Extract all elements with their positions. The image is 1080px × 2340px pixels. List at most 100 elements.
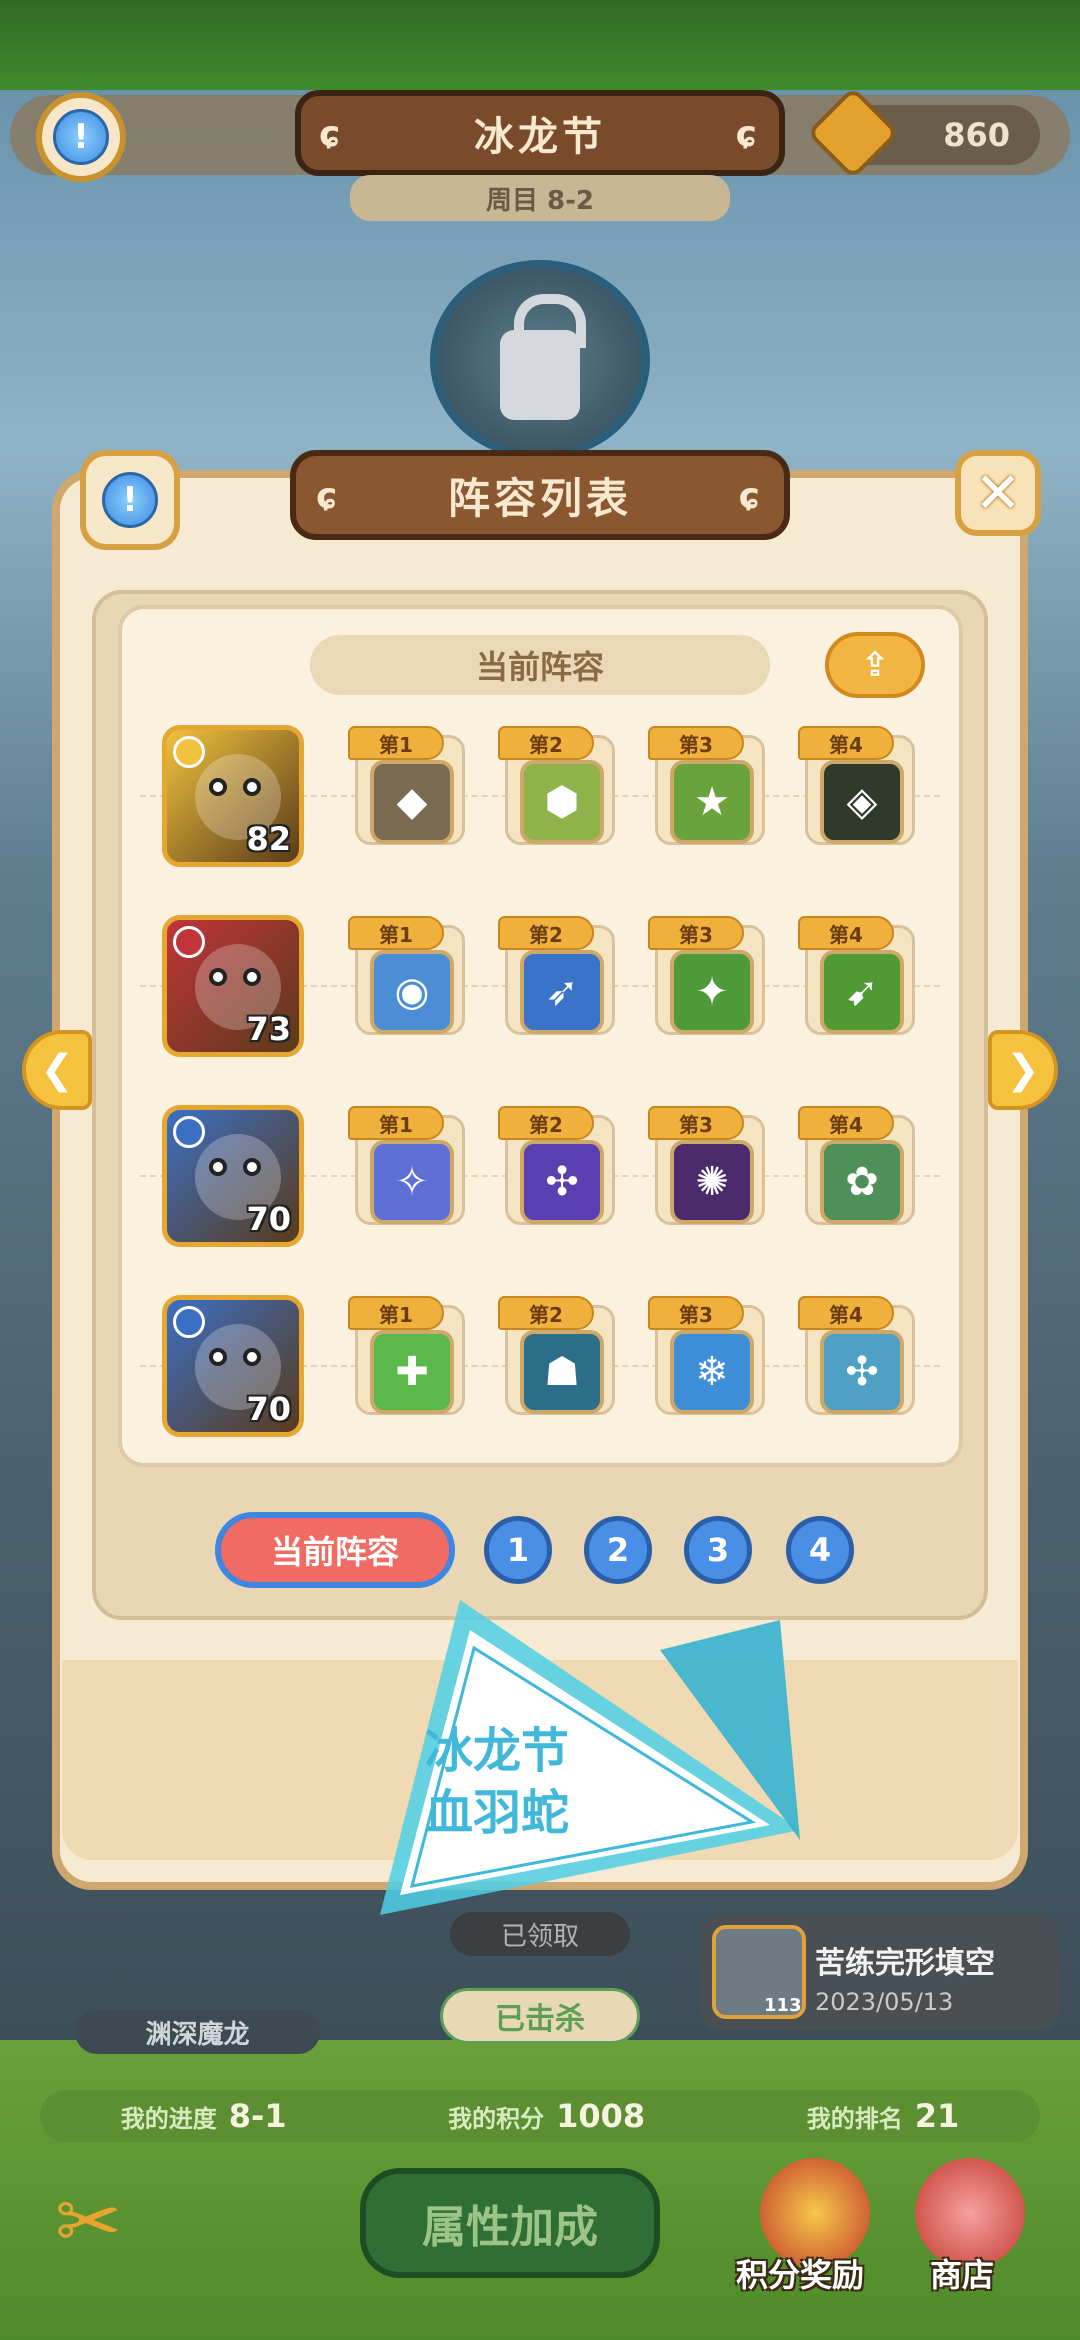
- skill-icon: ➶: [520, 950, 604, 1034]
- skill-icon: ✚: [370, 1330, 454, 1414]
- skill-order-tag: 第2: [498, 726, 594, 760]
- skill-slot[interactable]: ◈ 第4: [798, 726, 915, 845]
- close-button[interactable]: ✕: [955, 450, 1041, 536]
- skill-icon: ◉: [370, 950, 454, 1034]
- skill-order-tag: 第3: [648, 916, 744, 950]
- skill-icon: ◈: [820, 760, 904, 844]
- hero-eye: [243, 778, 261, 796]
- locked-chest[interactable]: [430, 260, 650, 460]
- hero-eye: [209, 968, 227, 986]
- skill-slot[interactable]: ➶ 第2: [498, 916, 615, 1035]
- skill-order-tag: 第2: [498, 1296, 594, 1330]
- hero-eye: [209, 1158, 227, 1176]
- skill-icon: ☗: [520, 1330, 604, 1414]
- rank-value: 21: [914, 2097, 960, 2135]
- skill-icon: ✣: [820, 1330, 904, 1414]
- shop-label[interactable]: 商店: [930, 2250, 994, 2296]
- title-right-ornament-icon: ɕ: [735, 114, 761, 155]
- score-label: 我的积分: [448, 2105, 545, 2133]
- skill-slot[interactable]: ★ 第3: [648, 726, 765, 845]
- event-info-button[interactable]: !: [36, 92, 126, 182]
- hero-portrait[interactable]: 70: [162, 1105, 304, 1247]
- skill-slot[interactable]: ✣ 第4: [798, 1296, 915, 1415]
- skill-slot[interactable]: ✣ 第2: [498, 1106, 615, 1225]
- skill-slot[interactable]: ✧ 第1: [348, 1106, 465, 1225]
- skill-order-tag: 第1: [348, 1106, 444, 1140]
- skill-slot[interactable]: ❄ 第3: [648, 1296, 765, 1415]
- boss-name-label: 渊深魔龙: [75, 2010, 320, 2054]
- skill-slot[interactable]: ✚ 第1: [348, 1296, 465, 1415]
- lineup-info-button[interactable]: !: [80, 450, 180, 550]
- info-icon: !: [53, 109, 109, 165]
- title-left-ornament-icon: ɕ: [319, 114, 345, 155]
- progress-value: 8-1: [228, 2097, 287, 2135]
- hero-level: 70: [246, 1200, 291, 1238]
- tab-current-lineup[interactable]: 当前阵容: [215, 1512, 455, 1588]
- skill-slot[interactable]: ✺ 第3: [648, 1106, 765, 1225]
- event-title-text: 冰龙节: [474, 114, 606, 160]
- fishbone-icon[interactable]: ✂: [55, 2175, 205, 2268]
- skill-slot[interactable]: ◆ 第1: [348, 726, 465, 845]
- attribute-bonus-button[interactable]: 属性加成: [360, 2168, 660, 2278]
- skill-order-tag: 第1: [348, 1296, 444, 1330]
- skill-slot[interactable]: ☗ 第2: [498, 1296, 615, 1415]
- share-button[interactable]: ⇪: [825, 632, 925, 698]
- modal-title-text: 阵容列表: [447, 473, 632, 523]
- stats-bar: 我的进度 8-1 我的积分 1008 我的排名 21: [40, 2090, 1040, 2142]
- previous-arrow-button[interactable]: ❮: [22, 1030, 92, 1110]
- skill-slot[interactable]: ➹ 第4: [798, 916, 915, 1035]
- skill-slot[interactable]: ✿ 第4: [798, 1106, 915, 1225]
- skill-order-tag: 第3: [648, 1296, 744, 1330]
- hero-level: 70: [246, 1390, 291, 1428]
- current-lineup-heading: 当前阵容: [310, 635, 770, 695]
- skill-order-tag: 第4: [798, 916, 894, 950]
- score-stat: 我的积分 1008: [448, 2097, 645, 2135]
- skill-icon: ✧: [370, 1140, 454, 1224]
- modal-title: ɕ 阵容列表 ɕ: [290, 450, 790, 540]
- watermark-line-2: 血羽蛇: [425, 1785, 570, 1841]
- hero-eye: [243, 1158, 261, 1176]
- hero-level: 82: [246, 820, 291, 858]
- rank-label: 我的排名: [806, 2105, 903, 2133]
- event-title: ɕ 冰龙节 ɕ: [295, 90, 785, 176]
- hero-portrait[interactable]: 82: [162, 725, 304, 867]
- skill-order-tag: 第4: [798, 1106, 894, 1140]
- skill-slot[interactable]: ◉ 第1: [348, 916, 465, 1035]
- tab-lineup-1[interactable]: 1: [484, 1516, 552, 1584]
- skill-order-tag: 第3: [648, 1106, 744, 1140]
- arrow-left-icon: ❮: [40, 1047, 74, 1093]
- watermark-text: 冰龙节 血羽蛇: [425, 1720, 645, 1844]
- promo-date: 2023/05/13: [815, 1988, 954, 2016]
- skill-order-tag: 第2: [498, 1106, 594, 1140]
- close-icon: ✕: [974, 460, 1022, 526]
- skill-icon: ✿: [820, 1140, 904, 1224]
- element-badge-icon: [173, 1306, 205, 1338]
- promo-title: 苦练完形填空: [815, 1946, 995, 1981]
- skill-order-tag: 第1: [348, 916, 444, 950]
- hero-eye: [243, 968, 261, 986]
- skill-icon: ✦: [670, 950, 754, 1034]
- top-grass-banner: [0, 0, 1080, 90]
- skill-icon: ★: [670, 760, 754, 844]
- hero-level: 73: [246, 1010, 291, 1048]
- tab-lineup-3[interactable]: 3: [684, 1516, 752, 1584]
- element-badge-icon: [173, 926, 205, 958]
- skill-icon: ✺: [670, 1140, 754, 1224]
- hero-portrait[interactable]: 70: [162, 1295, 304, 1437]
- skill-order-tag: 第4: [798, 726, 894, 760]
- tab-lineup-2[interactable]: 2: [584, 1516, 652, 1584]
- skill-slot[interactable]: ⬢ 第2: [498, 726, 615, 845]
- score-reward-label[interactable]: 积分奖励: [736, 2250, 864, 2296]
- promo-level: 113: [764, 1995, 802, 2016]
- hero-portrait[interactable]: 73: [162, 915, 304, 1057]
- tab-lineup-4[interactable]: 4: [786, 1516, 854, 1584]
- skill-icon: ❄: [670, 1330, 754, 1414]
- skill-icon: ⬢: [520, 760, 604, 844]
- progress-label: 我的进度: [120, 2105, 217, 2133]
- event-round: 周目 8-2: [350, 175, 730, 221]
- skill-slot[interactable]: ✦ 第3: [648, 916, 765, 1035]
- watermark-line-1: 冰龙节: [425, 1723, 570, 1779]
- lock-icon: [500, 294, 586, 420]
- skill-order-tag: 第4: [798, 1296, 894, 1330]
- title-right-ornament-icon: ɕ: [738, 476, 764, 517]
